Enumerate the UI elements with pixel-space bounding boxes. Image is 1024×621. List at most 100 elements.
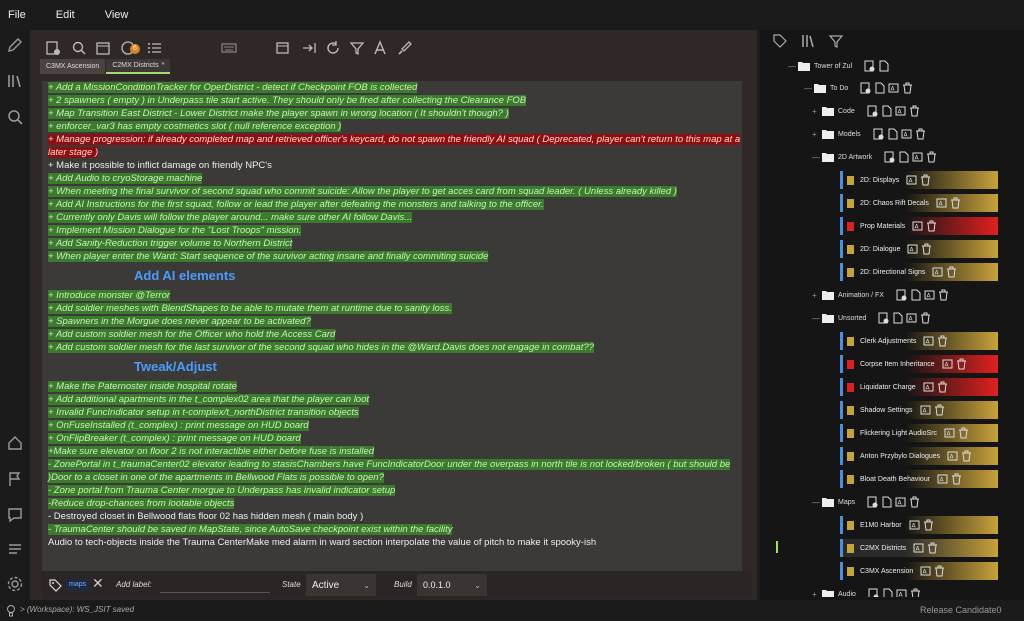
trash-icon[interactable] bbox=[937, 381, 948, 393]
new-note-icon[interactable] bbox=[44, 39, 62, 57]
add-label-input[interactable] bbox=[160, 577, 270, 593]
rename-icon[interactable]: A bbox=[912, 151, 923, 163]
document-icon[interactable] bbox=[878, 60, 889, 72]
tree-folder[interactable]: + Code A bbox=[812, 102, 920, 120]
font-icon[interactable] bbox=[372, 39, 390, 57]
tree-item[interactable]: E1M0 Harbor A bbox=[840, 516, 998, 534]
flag-icon[interactable] bbox=[6, 470, 24, 488]
note-line[interactable]: + OnFuseInstalled (t_complex) : print me… bbox=[42, 419, 742, 432]
tree-folder[interactable]: — 2D Artwork A bbox=[812, 148, 937, 166]
trash-icon[interactable] bbox=[934, 404, 945, 416]
tag-chip[interactable]: maps bbox=[66, 579, 90, 591]
note-line[interactable]: + 2 spawners ( empty ) in Underpass tile… bbox=[42, 94, 742, 107]
collapse-icon[interactable]: — bbox=[812, 498, 822, 507]
list-icon[interactable] bbox=[146, 39, 164, 57]
tab-c2mx-districts[interactable]: C2MX Districts * bbox=[106, 59, 171, 74]
tree-folder[interactable]: + Animation / FX A bbox=[812, 286, 949, 304]
document-icon[interactable] bbox=[882, 588, 893, 597]
rename-icon[interactable]: A bbox=[923, 335, 934, 347]
trash-icon[interactable] bbox=[926, 220, 937, 232]
rename-icon[interactable]: A bbox=[920, 565, 931, 577]
rename-icon[interactable]: A bbox=[932, 266, 943, 278]
note-line[interactable]: + Map Transition East District - Lower D… bbox=[42, 107, 742, 120]
rename-icon[interactable]: A bbox=[913, 542, 924, 554]
trash-icon[interactable] bbox=[938, 289, 949, 301]
comment-icon[interactable] bbox=[6, 506, 24, 524]
document-icon[interactable] bbox=[887, 128, 898, 140]
add-note-icon[interactable] bbox=[867, 496, 878, 508]
tag-icon[interactable] bbox=[772, 33, 788, 49]
trash-icon[interactable] bbox=[910, 588, 921, 597]
trash-icon[interactable] bbox=[956, 358, 967, 370]
trash-icon[interactable] bbox=[950, 197, 961, 209]
trash-icon[interactable] bbox=[958, 427, 969, 439]
rename-icon[interactable]: A bbox=[895, 105, 906, 117]
tree-item[interactable]: Flickering Light AudioSrc A bbox=[840, 424, 998, 442]
note-editor[interactable]: + Add a MissionConditionTracker for Oper… bbox=[42, 81, 742, 596]
note-line[interactable]: + Currently only Davis will follow the p… bbox=[42, 211, 742, 224]
tree-item[interactable]: Clerk Adjustments A bbox=[840, 332, 998, 350]
trash-icon[interactable] bbox=[920, 174, 931, 186]
expand-icon[interactable]: + bbox=[812, 107, 822, 116]
rename-icon[interactable]: A bbox=[942, 358, 953, 370]
rename-icon[interactable]: A bbox=[920, 404, 931, 416]
note-line[interactable]: + Add additional apartments in the t_com… bbox=[42, 393, 742, 406]
note-line[interactable]: + OnFlipBreaker (t_complex) : print mess… bbox=[42, 432, 742, 445]
trash-icon[interactable] bbox=[921, 243, 932, 255]
rename-icon[interactable]: A bbox=[895, 496, 906, 508]
collapse-icon[interactable]: — bbox=[788, 62, 798, 71]
note-line[interactable]: + Add custom soldier mesh for the Office… bbox=[42, 328, 742, 341]
rename-icon[interactable]: A bbox=[896, 588, 907, 597]
note-line[interactable]: + Invalid FuncIndicator setup in t-compl… bbox=[42, 406, 742, 419]
tree-item[interactable]: Bloat Death Behaviour A bbox=[840, 470, 998, 488]
rename-icon[interactable]: A bbox=[936, 197, 947, 209]
document-icon[interactable] bbox=[898, 151, 909, 163]
tree-item[interactable]: C3MX Ascension A bbox=[840, 562, 998, 580]
tab-c3mx-ascension[interactable]: C3MX Ascension bbox=[40, 59, 106, 74]
trash-icon[interactable] bbox=[937, 335, 948, 347]
note-line[interactable]: - TraumaCenter should be saved in MapSta… bbox=[42, 523, 742, 536]
note-line[interactable]: + Add custom soldier mesh for the last s… bbox=[42, 341, 742, 354]
document-icon[interactable] bbox=[881, 105, 892, 117]
tree-folder[interactable]: — Maps A bbox=[812, 493, 920, 511]
brush-icon[interactable] bbox=[396, 39, 414, 57]
rename-icon[interactable]: A bbox=[907, 243, 918, 255]
document-icon[interactable] bbox=[910, 289, 921, 301]
note-line[interactable]: - ZonePortal in t_traumaCenter02 elevato… bbox=[42, 458, 742, 484]
gear-icon[interactable] bbox=[6, 575, 24, 593]
rename-icon[interactable]: A bbox=[909, 519, 920, 531]
calendar-icon[interactable] bbox=[94, 39, 112, 57]
tree-item[interactable]: Corpse Item Inheritance A bbox=[840, 355, 998, 373]
add-note-icon[interactable] bbox=[873, 128, 884, 140]
tree-item[interactable]: C2MX Districts A bbox=[840, 539, 998, 557]
menu-file[interactable]: File bbox=[8, 9, 26, 21]
trash-icon[interactable] bbox=[915, 128, 926, 140]
note-line[interactable]: + Make it possible to inflict damage on … bbox=[42, 159, 742, 172]
library-icon[interactable] bbox=[800, 33, 816, 49]
collapse-icon[interactable]: — bbox=[812, 153, 822, 162]
trash-icon[interactable] bbox=[909, 105, 920, 117]
note-line[interactable]: - Zone portal from Trauma Center morgue … bbox=[42, 484, 742, 497]
rename-icon[interactable]: A bbox=[888, 82, 899, 94]
rename-icon[interactable]: A bbox=[923, 381, 934, 393]
trash-icon[interactable] bbox=[920, 312, 931, 324]
refresh-icon[interactable] bbox=[324, 39, 342, 57]
tree-folder[interactable]: — Unsorted A bbox=[812, 309, 931, 327]
trash-icon[interactable] bbox=[909, 496, 920, 508]
add-note-icon[interactable] bbox=[867, 105, 878, 117]
collapse-icon[interactable]: — bbox=[812, 314, 822, 323]
expand-icon[interactable]: + bbox=[812, 130, 822, 139]
rename-icon[interactable]: A bbox=[944, 427, 955, 439]
remove-tag-icon[interactable]: ✕ bbox=[92, 575, 104, 592]
keyboard-icon[interactable] bbox=[220, 39, 238, 57]
add-note-icon[interactable] bbox=[868, 588, 879, 597]
search-icon[interactable] bbox=[70, 39, 88, 57]
trash-icon[interactable] bbox=[926, 151, 937, 163]
note-line[interactable]: + Add soldier meshes with BlendShapes to… bbox=[42, 302, 742, 315]
rename-icon[interactable]: A bbox=[947, 450, 958, 462]
note-line[interactable]: + Manage progression: if already complet… bbox=[42, 133, 742, 159]
add-note-icon[interactable] bbox=[864, 60, 875, 72]
tree-item[interactable]: 2D: Chaos Rift Decals A bbox=[840, 194, 998, 212]
note-line[interactable]: +Make sure elevator on floor 2 is not in… bbox=[42, 445, 742, 458]
expand-icon[interactable]: + bbox=[812, 590, 822, 598]
